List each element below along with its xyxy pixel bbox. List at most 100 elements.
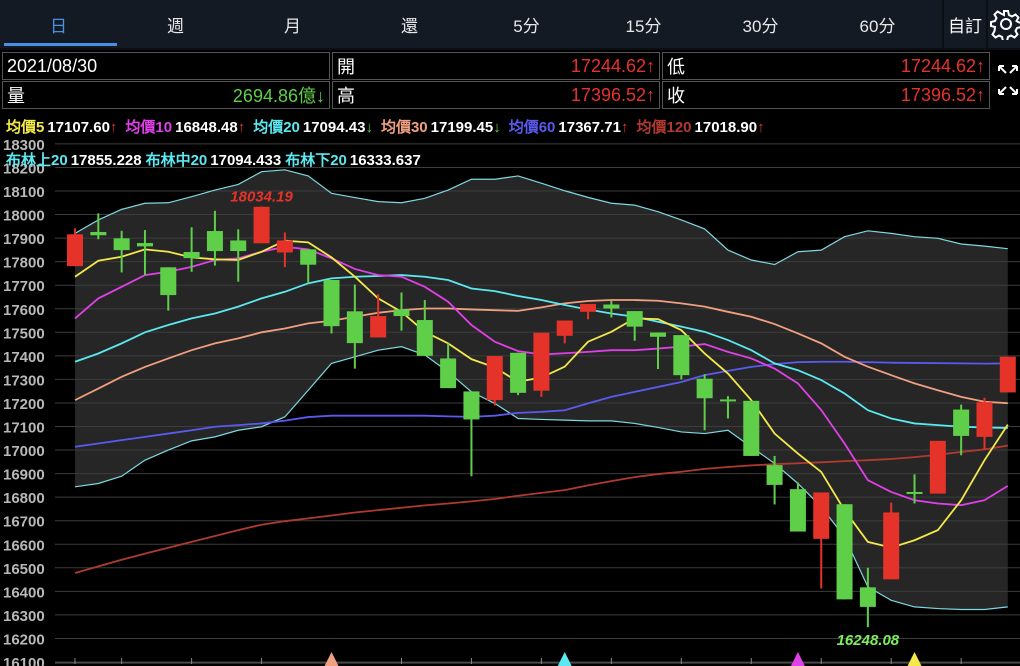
candle-body [673,335,690,376]
signal-marker-icon [557,652,572,666]
ma-arrow: ↓ [365,119,373,136]
expand-icon[interactable] [996,62,1020,98]
candle-body [416,320,433,356]
y-tick-label: 16900 [3,467,45,484]
candle-body [346,311,363,344]
candle-body [813,492,830,539]
volume-label: 量 [7,86,25,106]
candle-body [393,309,410,317]
y-tick-label: 16800 [3,490,45,507]
y-tick-label: 16500 [3,561,45,578]
bollinger-legend: 布林上20 17855.228 布林中20 17094.433 布林下20 16333.6… [6,149,425,170]
tab-60min[interactable]: 60分 [819,0,936,48]
y-tick-label: 17400 [3,349,45,366]
volume-cell: 量 2694.86億↓ [2,81,330,109]
price-annotation: 16248.08 [837,632,900,649]
high-label: 高 [337,86,355,106]
candle-body [533,332,550,391]
y-tick-label: 18100 [3,184,45,201]
ma-legend-item: 均價120 17018.90↑ [636,119,768,136]
candle-body [276,240,293,253]
y-tick-label: 17800 [3,255,45,272]
bb-value: 17855.228 [70,152,142,169]
candle-body [999,356,1016,393]
y-tick-label: 16400 [3,584,45,601]
candle-body [650,332,666,337]
bb-label: 布林上20 [6,152,68,169]
candle-body [230,240,247,252]
bb-label: 布林中20 [145,152,208,169]
candle-body [463,391,480,420]
candle-body [510,352,527,393]
open-value: 17244.62↑ [570,55,655,76]
ma-label: 均價30 [380,119,428,136]
candle-body [626,311,643,327]
ma-arrow: ↑ [620,119,629,136]
y-tick-label: 17900 [3,231,45,248]
close-cell: 收 17396.52↑ [662,81,990,109]
y-tick-label: 16700 [3,514,45,531]
gear-icon[interactable] [990,8,1020,40]
candle-body [836,504,853,600]
candle-body [929,440,946,494]
date: 2021/08/30 [7,55,98,76]
y-tick-label: 17000 [3,443,45,460]
bb-label: 布林下20 [285,152,347,169]
tab-restore[interactable]: 還 [351,0,468,48]
tab-5min[interactable]: 5分 [468,0,585,48]
bb-value: 17094.433 [210,152,282,169]
high-cell: 高 17396.52↑ [332,81,660,109]
high-value: 17396.52↑ [570,84,655,105]
ma-value: 17367.71 [558,119,621,136]
date-cell: 2021/08/30 [2,52,330,80]
candle-body [883,512,900,580]
tab-30min[interactable]: 30分 [702,0,819,48]
candle-body [719,399,736,402]
ma-legend-item: 均價30 17199.45↓ [381,119,505,136]
ma-arrow: ↑ [237,119,246,136]
ma-label: 均價20 [253,119,300,136]
candle-body [136,243,153,247]
ma-legend: 均價5 17107.60↑ 均價10 16848.48↑ 均價20 17094.43↓ 均價… [6,116,773,137]
period-tabs: 日 週 月 還 5分 15分 30分 60分 自訂 [0,0,1020,50]
ma-value: 17199.45 [430,119,494,136]
candle-body [789,489,806,532]
y-tick-label: 17300 [3,372,45,389]
candle-body [696,378,713,399]
ma-value: 17107.60 [47,119,110,136]
tab-month[interactable]: 月 [234,0,351,48]
candle-body [323,280,340,327]
open-cell: 開 17244.62↑ [332,52,660,80]
open-label: 開 [337,57,355,77]
tab-15min[interactable]: 15分 [585,0,702,48]
low-label: 低 [667,57,685,77]
tab-day[interactable]: 日 [0,0,117,48]
candle-body [160,267,177,296]
candle-body [67,234,83,267]
candle-body [90,231,107,236]
signal-marker-icon [790,652,805,666]
ma-value: 17018.90 [694,119,758,136]
candle-body [556,320,573,336]
y-tick-label: 16300 [3,608,45,625]
y-tick-label: 17100 [3,420,45,437]
y-tick-label: 18000 [3,208,45,225]
ma-arrow: ↑ [109,119,118,136]
candle-body [603,304,620,309]
ma-label: 均價120 [636,119,692,136]
ma-arrow: ↑ [757,119,765,136]
candle-body [486,356,503,401]
ma-legend-item: 均價20 17094.43↓ [253,119,377,136]
candle-body [976,402,993,437]
close-value: 17396.52↑ [900,84,985,105]
tab-week[interactable]: 週 [117,0,234,48]
tab-custom[interactable]: 自訂 [942,0,988,48]
candle-body [859,587,876,607]
ma-label: 均價10 [125,119,173,136]
candle-body [253,206,270,244]
candle-body [300,249,317,265]
ma-legend-item: 均價5 17107.60↑ [6,119,121,136]
ma-arrow: ↓ [493,119,501,136]
y-tick-label: 17200 [3,396,45,413]
y-tick-label: 16600 [3,537,45,554]
